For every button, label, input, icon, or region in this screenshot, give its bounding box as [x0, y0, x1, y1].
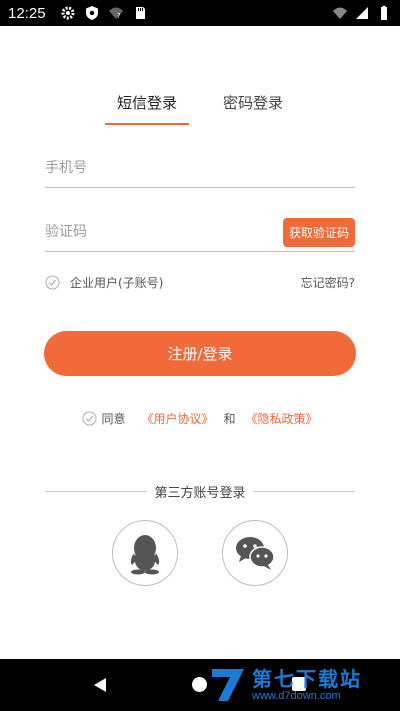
- tab-password-login[interactable]: 密码登录: [211, 88, 295, 125]
- phone-input[interactable]: [45, 159, 355, 176]
- sd-card-icon: [135, 7, 145, 19]
- third-party-title: 第三方账号登录: [154, 486, 246, 501]
- wifi-question-icon: ?: [108, 7, 123, 20]
- third-party-divider: 第三方账号登录: [45, 482, 356, 501]
- shield-icon: [85, 6, 98, 20]
- status-bar: 12:25 ?: [0, 0, 400, 26]
- qq-icon: [130, 535, 160, 575]
- status-left-icons: ?: [60, 5, 148, 21]
- status-right-icons: [332, 5, 392, 21]
- watermark-logo-icon: [212, 669, 244, 701]
- user-agreement-link[interactable]: 《用户协议》: [141, 410, 213, 427]
- divider-line-right: [253, 491, 356, 492]
- forgot-password-link[interactable]: 忘记密码?: [301, 274, 355, 291]
- status-time: 12:25: [8, 4, 46, 22]
- get-code-button[interactable]: 获取验证码: [282, 218, 355, 247]
- battery-icon: [381, 5, 387, 20]
- watermark-url: www.d7down.com: [252, 690, 341, 702]
- watermark-title: 第七下载站: [252, 667, 362, 691]
- wifi-icon: [333, 7, 347, 19]
- qq-login-button[interactable]: [112, 520, 178, 586]
- wechat-icon: [236, 537, 275, 570]
- agreement-row: 同意 《用户协议》 和 《隐私政策》: [0, 410, 400, 427]
- code-field: 获取验证码: [45, 212, 355, 252]
- watermark-texts: 第七下载站 www.d7down.com: [252, 668, 362, 702]
- home-icon[interactable]: [192, 677, 207, 692]
- agree-and-text: 和: [223, 412, 236, 426]
- svg-text:?: ?: [117, 12, 121, 20]
- agree-check-icon[interactable]: [82, 411, 97, 426]
- phone-field: [45, 148, 355, 188]
- options-row: 企业用户(子账号) 忘记密码?: [45, 270, 355, 294]
- privacy-policy-link[interactable]: 《隐私政策》: [246, 410, 318, 427]
- enterprise-label[interactable]: 企业用户(子账号): [70, 274, 163, 291]
- login-tabs: 短信登录 密码登录: [0, 88, 400, 125]
- gear-icon: [61, 6, 75, 20]
- divider-line-left: [45, 491, 147, 492]
- watermark: 第七下载站 www.d7down.com: [208, 660, 398, 710]
- agree-text: 同意: [101, 412, 126, 426]
- wechat-login-button[interactable]: [222, 520, 288, 586]
- tab-sms-login[interactable]: 短信登录: [104, 88, 189, 125]
- signal-icon: [356, 7, 368, 19]
- back-icon[interactable]: [92, 677, 108, 693]
- register-login-button[interactable]: 注册/登录: [44, 331, 356, 376]
- enterprise-check-icon[interactable]: [45, 274, 60, 290]
